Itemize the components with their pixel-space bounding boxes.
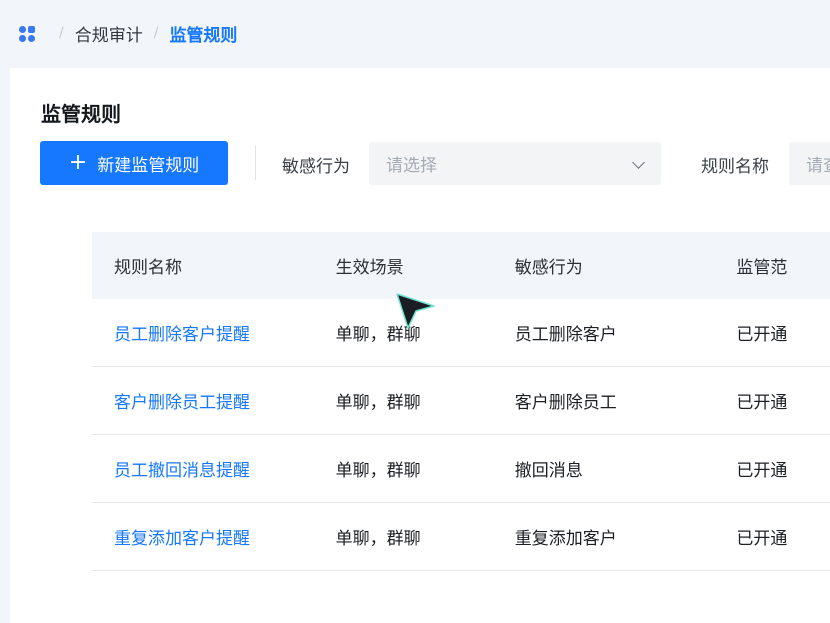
table-header: 规则名称 生效场景 敏感行为 监管范 [92, 232, 830, 299]
sensitive-action-label: 敏感行为 [282, 157, 350, 177]
create-rule-button[interactable]: + 新建监管规则 [40, 141, 228, 185]
rule-name-label: 规则名称 [701, 157, 769, 177]
table-row: 客户删除员工提醒 单聊，群聊 客户删除员工 已开通 [92, 367, 830, 435]
header-scene: 生效场景 [335, 258, 404, 278]
rule-name-link[interactable]: 重复添加客户提醒 [92, 524, 336, 549]
plus-icon: + [68, 150, 88, 175]
scope-cell: 已开通 [736, 529, 788, 549]
header-scope: 监管范 [736, 258, 788, 278]
select-placeholder: 请选择 [386, 156, 437, 176]
main-panel: 监管规则 + 新建监管规则 敏感行为 请选择 规则名称 请查 规则名称 生效场景… [10, 68, 830, 623]
apps-icon[interactable] [19, 25, 36, 42]
scope-cell: 已开通 [736, 393, 788, 413]
rule-name-link[interactable]: 员工撤回消息提醒 [92, 456, 336, 481]
table-row: 员工撤回消息提醒 单聊，群聊 撤回消息 已开通 [92, 435, 830, 503]
action-cell: 员工删除客户 [514, 325, 617, 345]
sensitive-action-select[interactable]: 请选择 [369, 142, 661, 185]
breadcrumb-compliance-audit[interactable]: 合规审计 [75, 21, 143, 46]
rules-table: 规则名称 生效场景 敏感行为 监管范 员工删除客户提醒 单聊，群聊 员工删除客户… [92, 232, 830, 571]
input-placeholder: 请查 [806, 156, 830, 176]
breadcrumb-current: 监管规则 [169, 25, 238, 46]
mouse-cursor-icon [396, 293, 435, 329]
scene-cell: 单聊，群聊 [335, 461, 421, 481]
chevron-down-icon [632, 156, 645, 169]
rule-name-link[interactable]: 员工删除客户提醒 [92, 320, 336, 345]
header-rule-name: 规则名称 [114, 258, 182, 278]
breadcrumb: / 合规审计 / 监管规则 [0, 0, 830, 66]
breadcrumb-separator: / [153, 25, 159, 41]
divider [255, 146, 256, 180]
table-row: 员工删除客户提醒 单聊，群聊 员工删除客户 已开通 [92, 299, 830, 367]
scope-cell: 已开通 [736, 325, 788, 345]
scene-cell: 单聊，群聊 [335, 393, 421, 413]
create-rule-label: 新建监管规则 [97, 155, 200, 176]
action-cell: 重复添加客户 [514, 529, 617, 549]
scene-cell: 单聊，群聊 [335, 529, 421, 549]
page-title: 监管规则 [41, 102, 121, 126]
header-sensitive-action: 敏感行为 [514, 258, 583, 278]
breadcrumb-separator: / [59, 25, 64, 41]
table-row: 重复添加客户提醒 单聊，群聊 重复添加客户 已开通 [92, 503, 830, 571]
rule-name-input[interactable]: 请查 [789, 142, 830, 185]
action-cell: 客户删除员工 [514, 393, 617, 413]
scope-cell: 已开通 [736, 461, 788, 481]
action-cell: 撤回消息 [514, 461, 583, 481]
rule-name-link[interactable]: 客户删除员工提醒 [92, 388, 336, 413]
